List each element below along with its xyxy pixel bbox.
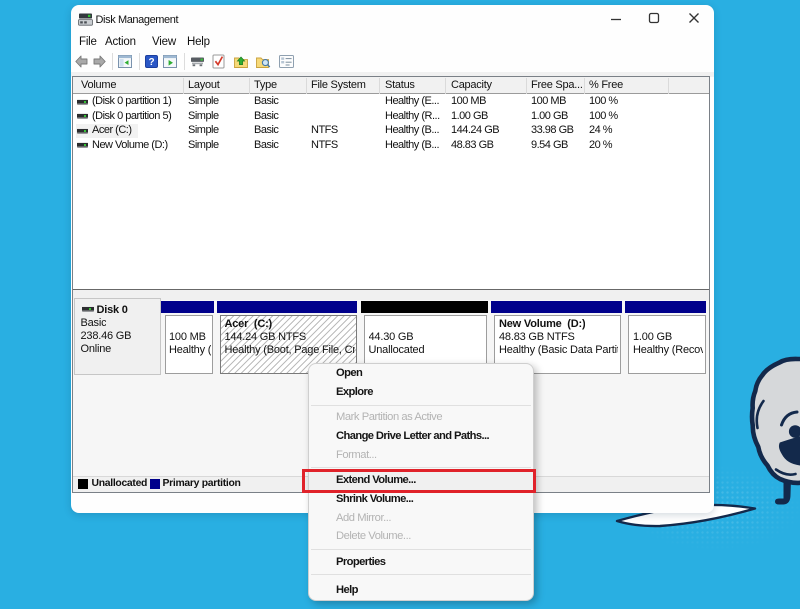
svg-text:?: ?: [148, 57, 154, 68]
